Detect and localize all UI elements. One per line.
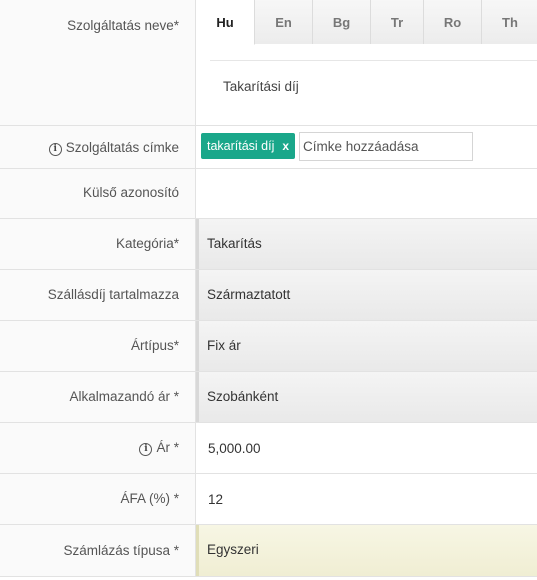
category-field: Takarítás — [196, 219, 537, 269]
service-form: Szolgáltatás neve* Hu En Bg Tr Ro Th Tak… — [0, 0, 537, 577]
billing-type-label: Számlázás típusa * — [0, 525, 196, 576]
shipping-row: Szállásdíj tartalmazza Származtatott — [0, 270, 537, 321]
price-field: 5,000.00 — [196, 423, 537, 473]
external-id-input[interactable] — [196, 169, 537, 218]
price-label-cell: i Ár * — [0, 423, 196, 473]
external-id-field[interactable] — [196, 169, 537, 218]
service-name-value: Takarítási díj — [223, 79, 299, 94]
price-type-label: Ártípus* — [0, 321, 196, 371]
tag-chip-label: takarítási díj — [207, 139, 275, 153]
tab-tr[interactable]: Tr — [371, 0, 424, 44]
shipping-select[interactable]: Származtatott — [196, 270, 537, 320]
service-tag-field: takarítási díj x — [196, 126, 537, 168]
price-label: Ár * — [156, 440, 179, 455]
service-name-field: Hu En Bg Tr Ro Th Takarítási díj — [196, 0, 537, 125]
tag-add-input[interactable] — [299, 132, 473, 161]
category-select[interactable]: Takarítás — [196, 219, 537, 269]
service-name-input[interactable]: Takarítási díj — [210, 60, 537, 112]
applied-price-row: Alkalmazandó ár * Szobánként — [0, 372, 537, 423]
tab-en[interactable]: En — [255, 0, 313, 44]
tag-chip: takarítási díj x — [201, 133, 296, 159]
tab-th[interactable]: Th — [482, 0, 537, 44]
info-icon[interactable]: i — [48, 143, 62, 156]
info-icon[interactable]: i — [139, 443, 153, 456]
price-type-row: Ártípus* Fix ár — [0, 321, 537, 372]
service-tag-row: i Szolgáltatás címke takarítási díj x — [0, 126, 537, 169]
category-label: Kategória* — [0, 219, 196, 269]
language-tabs: Hu En Bg Tr Ro Th — [196, 0, 537, 45]
external-id-label: Külső azonosító — [0, 169, 196, 218]
external-id-row: Külső azonosító — [0, 169, 537, 219]
service-name-row: Szolgáltatás neve* Hu En Bg Tr Ro Th Tak… — [0, 0, 537, 126]
tab-ro[interactable]: Ro — [424, 0, 482, 44]
applied-price-field: Szobánként — [196, 372, 537, 422]
applied-price-select[interactable]: Szobánként — [196, 372, 537, 422]
vat-label: ÁFA (%) * — [0, 474, 196, 524]
vat-input[interactable]: 12 — [196, 474, 537, 524]
category-row: Kategória* Takarítás — [0, 219, 537, 270]
service-tag-label-cell: i Szolgáltatás címke — [0, 126, 196, 168]
price-input[interactable]: 5,000.00 — [196, 423, 537, 473]
vat-row: ÁFA (%) * 12 — [0, 474, 537, 525]
price-type-field: Fix ár — [196, 321, 537, 371]
price-type-select[interactable]: Fix ár — [196, 321, 537, 371]
billing-type-select[interactable]: Egyszeri — [196, 525, 537, 576]
service-tag-label: Szolgáltatás címke — [65, 140, 179, 155]
billing-type-field: Egyszeri — [196, 525, 537, 576]
vat-field: 12 — [196, 474, 537, 524]
shipping-label: Szállásdíj tartalmazza — [0, 270, 196, 320]
tab-hu[interactable]: Hu — [196, 0, 255, 45]
service-name-label: Szolgáltatás neve* — [0, 0, 196, 125]
applied-price-label: Alkalmazandó ár * — [0, 372, 196, 422]
tag-remove-icon[interactable]: x — [282, 139, 289, 153]
tab-bg[interactable]: Bg — [313, 0, 371, 44]
price-row: i Ár * 5,000.00 — [0, 423, 537, 474]
shipping-field: Származtatott — [196, 270, 537, 320]
billing-type-row: Számlázás típusa * Egyszeri — [0, 525, 537, 577]
